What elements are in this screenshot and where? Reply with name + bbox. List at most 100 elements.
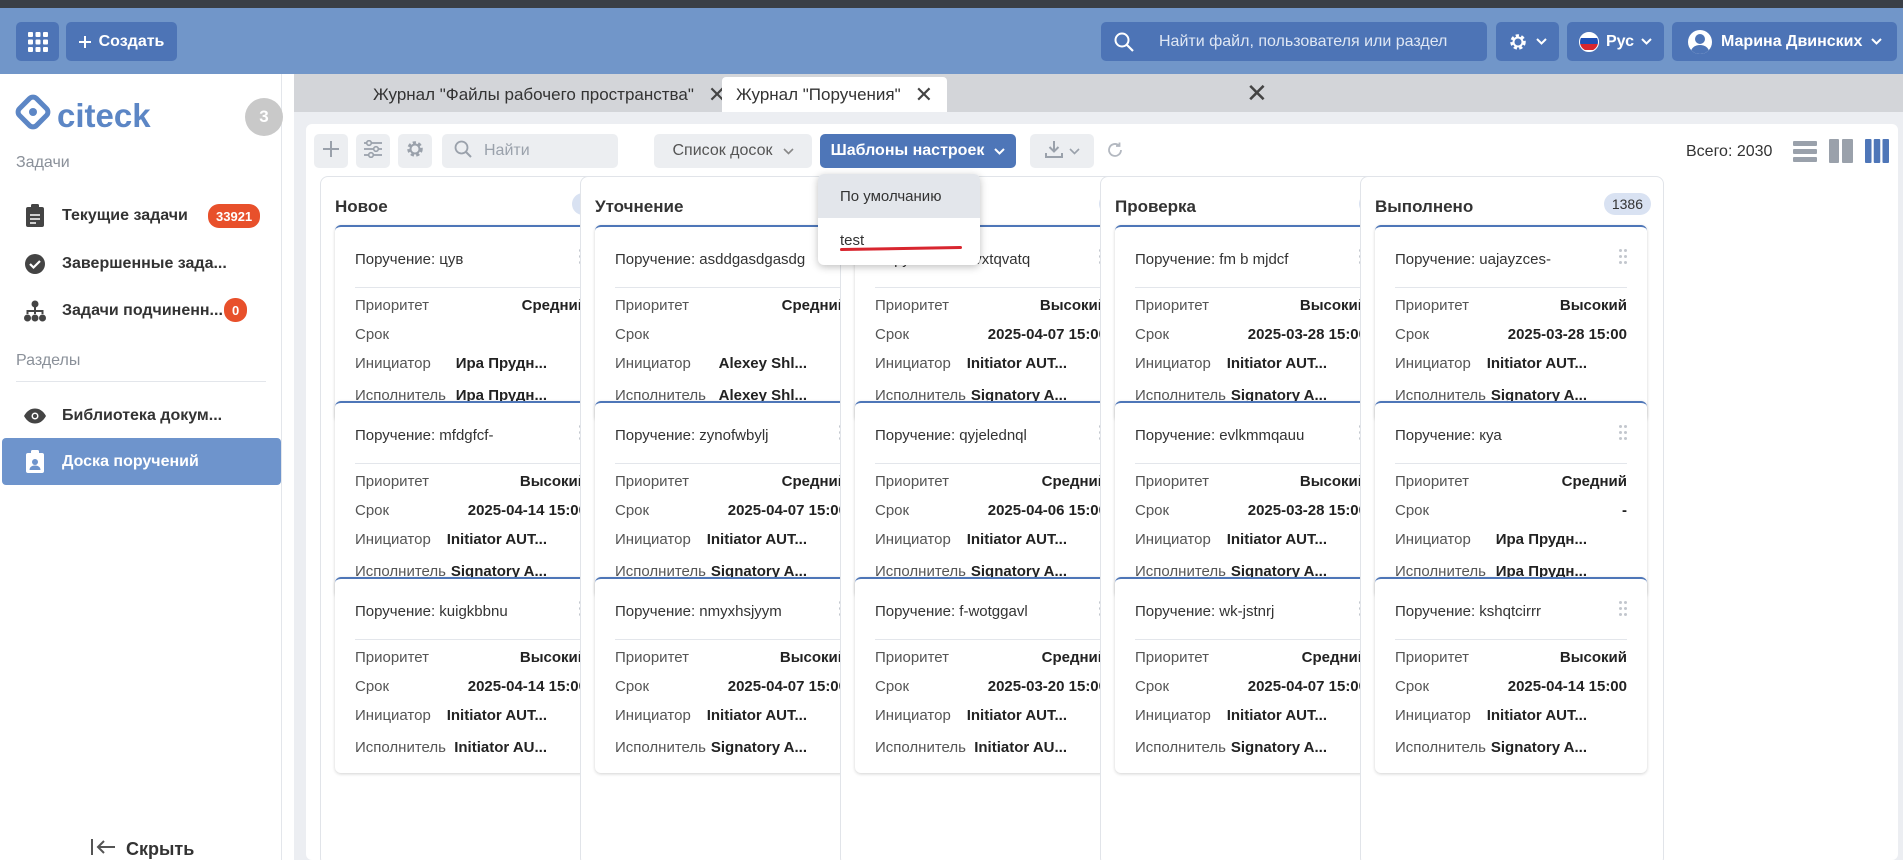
card-title[interactable]: Поручение: asddgasdgasdg [615, 251, 805, 268]
field-label: Срок [1135, 326, 1170, 343]
template-item-test[interactable]: test [818, 218, 980, 262]
card-field-initiator: Инициатор Initiator AUT... [875, 707, 1107, 724]
main-content: Найти Список досок Шаблоны настроек Всег… [294, 112, 1903, 860]
card-field-executor: Исполнитель Initiator AU... [355, 739, 587, 756]
assignment-card[interactable]: Поручение: zynofwbylj Приоритет Средний Сро… [595, 401, 867, 597]
sliders-icon [363, 139, 383, 163]
tab-assignments[interactable]: Журнал "Поручения" ✕ [722, 77, 948, 112]
logo[interactable]: citeck [15, 94, 151, 138]
column-title: Проверка [1115, 197, 1197, 216]
kanban-column: те16Поручение: fwvxtqvatqПриоритетВысоки… [840, 176, 1144, 860]
card-field-executor: Исполнитель Signatory A... [1135, 739, 1367, 756]
card-field-priority: Приоритет Средний [1135, 649, 1367, 666]
language-selector[interactable]: Рус [1567, 22, 1664, 61]
field-value: Высокий [779, 649, 847, 666]
card-field-initiator: Инициатор Initiator AUT... [1135, 707, 1367, 724]
clipboard-user-icon [22, 449, 48, 474]
assignment-card[interactable]: Поручение: цув Приоритет Средний Срок- Иници… [335, 225, 607, 421]
card-field-due: Срок - [1395, 502, 1627, 519]
chevron-down-icon [1068, 142, 1080, 160]
global-search-input[interactable]: Найти файл, пользователя или раздел [1101, 22, 1487, 61]
card-field-initiator: Инициатор Initiator AUT... [875, 355, 1107, 372]
board-settings-button[interactable] [398, 134, 432, 168]
card-title[interactable]: Поручение: mfdgfcf- [355, 427, 493, 444]
assignment-card[interactable]: Поручение: evlkmmqauu Приоритет Высокий Сро… [1115, 401, 1387, 597]
plus-icon [78, 35, 91, 48]
card-title[interactable]: Поручение: nmyxhsjyym [615, 603, 782, 620]
sidebar-item-assignments-board[interactable]: Доска поручений [2, 438, 281, 485]
card-field-due: Срок 2025-03-28 15:00 [1135, 502, 1367, 519]
refresh-icon[interactable] [1106, 141, 1124, 164]
card-divider [615, 463, 847, 464]
close-icon[interactable]: ✕ [915, 83, 933, 106]
create-button[interactable]: Создать [66, 22, 177, 61]
assignment-card[interactable]: Поручение: wk-jstnrj Приоритет Средний Срок… [1115, 577, 1387, 773]
kanban-view-icon[interactable] [1864, 138, 1890, 169]
card-divider [875, 287, 1107, 288]
field-value: Средний [1041, 649, 1107, 666]
sidebar-item-document-library[interactable]: Библиотека докум... [2, 392, 281, 439]
user-menu-button[interactable]: Марина Двинских [1672, 22, 1897, 61]
card-field-due: Срок 2025-04-07 15:00 [1135, 678, 1367, 695]
user-name: Марина Двинских [1721, 32, 1863, 50]
field-label: Срок [875, 678, 910, 695]
assignment-card[interactable]: Поручение: mfdgfcf- Приоритет Высокий Срок 2… [335, 401, 607, 597]
drag-handle-icon[interactable] [1619, 249, 1627, 265]
chevron-down-icon [994, 142, 1006, 160]
field-label: Приоритет [1395, 649, 1469, 666]
card-title[interactable]: Поручение: qyjelednql [875, 427, 1027, 444]
filter-settings-button[interactable] [356, 134, 390, 168]
boards-list-dropdown[interactable]: Список досок [654, 134, 812, 168]
card-field-priority: Приоритет Средний [615, 473, 847, 490]
list-view-icon[interactable] [1792, 138, 1818, 169]
card-field-priority: Приоритет Средний [875, 473, 1107, 490]
drag-handle-icon[interactable] [1619, 425, 1627, 441]
assignment-card[interactable]: Поручение: nmyxhsjyym Приоритет Высокий Сро… [595, 577, 867, 773]
card-title[interactable]: Поручение: zynofwbylj [615, 427, 769, 444]
assignment-card[interactable]: Поручение: qyjelednql Приоритет Средний Сро… [855, 401, 1127, 597]
board-search-input[interactable]: Найти [442, 134, 618, 168]
settings-templates-dropdown[interactable]: Шаблоны настроек [820, 134, 1016, 168]
preview-view-icon[interactable] [1828, 138, 1854, 169]
field-value: Ира Прудн... [1495, 531, 1587, 548]
settings-menu-button[interactable] [1496, 22, 1559, 61]
card-field-priority: Приоритет Высокий [1395, 649, 1627, 666]
plus-icon [322, 140, 340, 163]
field-value: Initiator AUT... [446, 531, 547, 548]
assignment-card[interactable]: Поручение: kuigkbbnu Приоритет Высокий Срок… [335, 577, 607, 773]
assignment-card[interactable]: Поручение: uajayzces- Приоритет Высокий Сро… [1375, 225, 1647, 421]
notification-badge[interactable]: 3 [245, 98, 283, 136]
sidebar-item-label: Завершенные зада... [62, 254, 227, 272]
download-button[interactable] [1030, 134, 1094, 168]
template-item-default[interactable]: По умолчанию [818, 174, 980, 218]
assignment-card[interactable]: Поручение: f-wotggavl Приоритет Средний Сро… [855, 577, 1127, 773]
apps-menu-button[interactable] [16, 22, 59, 61]
card-title[interactable]: Поручение: куа [1395, 427, 1502, 444]
card-title[interactable]: Поручение: kshqtcirrr [1395, 603, 1541, 620]
sidebar-item-completed-tasks[interactable]: Завершенные зада... [2, 240, 281, 287]
field-label: Инициатор [355, 355, 431, 372]
card-title[interactable]: Поручение: f-wotggavl [875, 603, 1028, 620]
card-title[interactable]: Поручение: fm b mjdcf [1135, 251, 1288, 268]
assignment-card[interactable]: Поручение: kshqtcirrr Приоритет Высокий Сро… [1375, 577, 1647, 773]
tab-workspace-files[interactable]: Журнал "Файлы рабочего пространства" ✕ [359, 77, 740, 112]
card-field-due: Срок 2025-04-07 15:00 [615, 502, 847, 519]
card-title[interactable]: Поручение: kuigkbbnu [355, 603, 508, 620]
field-value: Alexey Shl... [718, 355, 807, 372]
assignment-card[interactable]: Поручение: fm b mjdcf Приоритет Высокий Сро… [1115, 225, 1387, 421]
field-value: Signatory A... [1230, 739, 1327, 756]
add-button[interactable] [314, 134, 348, 168]
close-all-tabs-icon[interactable]: ✕ [1246, 80, 1268, 106]
field-value: Initiator AU... [974, 739, 1067, 756]
card-field-initiator: Инициатор Initiator AUT... [355, 531, 587, 548]
field-label: Приоритет [1135, 649, 1209, 666]
assignment-card[interactable]: Поручение: куа Приоритет Средний Срок - Иници… [1375, 401, 1647, 597]
card-title[interactable]: Поручение: wk-jstnrj [1135, 603, 1274, 620]
hide-sidebar-button[interactable]: Скрыть [90, 838, 194, 860]
search-icon [454, 140, 472, 163]
drag-handle-icon[interactable] [1619, 601, 1627, 617]
card-title[interactable]: Поручение: evlkmmqauu [1135, 427, 1304, 444]
card-title[interactable]: Поручение: uajayzces- [1395, 251, 1551, 268]
field-label: Срок [1395, 326, 1430, 343]
card-title[interactable]: Поручение: цув [355, 251, 463, 268]
